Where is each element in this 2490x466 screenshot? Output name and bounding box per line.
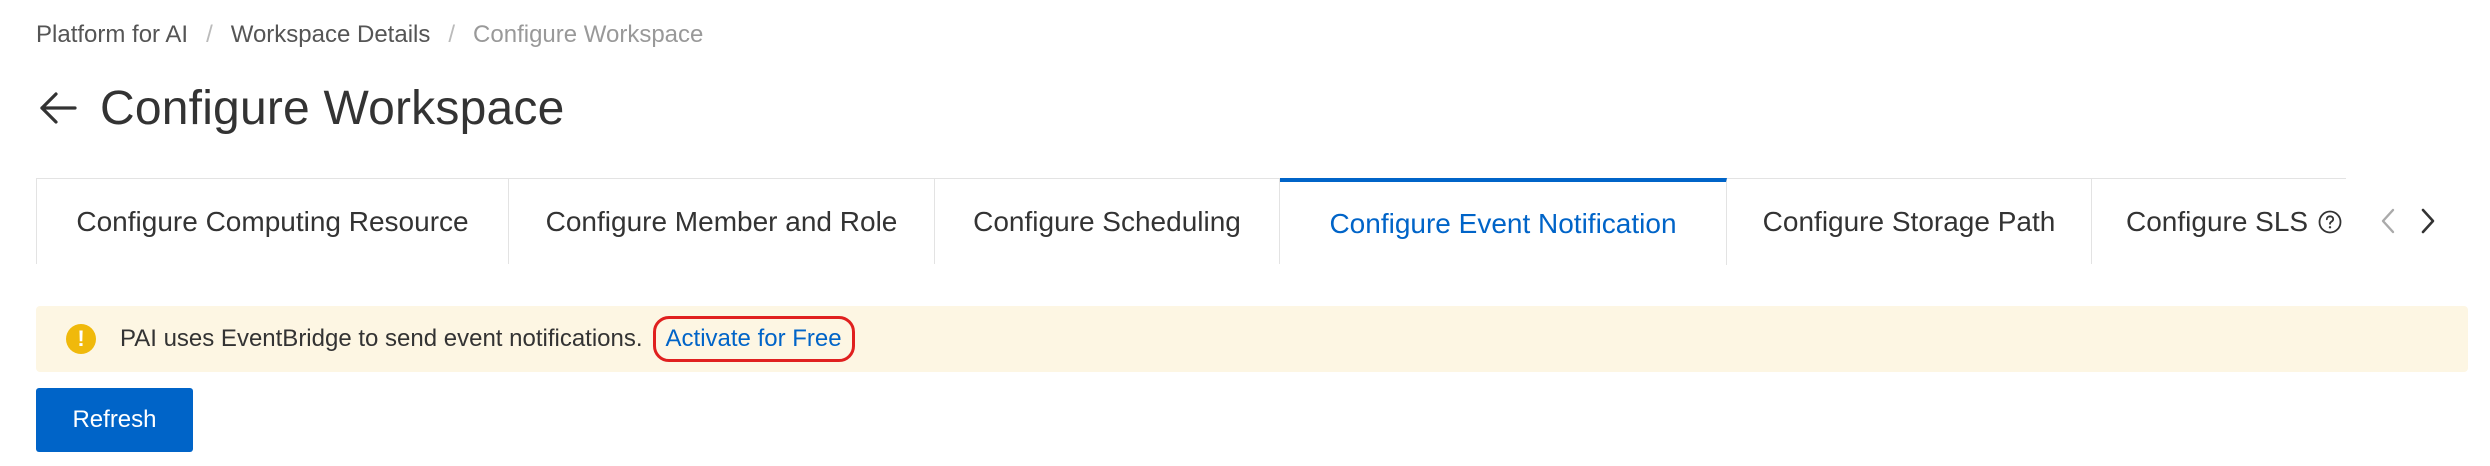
- warning-icon: !: [66, 324, 96, 354]
- help-icon[interactable]: [2318, 210, 2342, 234]
- tab-label: Configure SLS: [2126, 205, 2309, 237]
- tab-list: Configure Computing Resource Configure M…: [36, 178, 2346, 265]
- breadcrumb-separator: /: [206, 21, 213, 48]
- tab-label: Configure Scheduling: [973, 205, 1241, 237]
- eventbridge-notice: ! PAI uses EventBridge to send event not…: [36, 306, 2468, 372]
- tab-label: Configure Member and Role: [545, 205, 898, 237]
- chevron-right-icon[interactable]: [2414, 201, 2442, 241]
- breadcrumb-separator: /: [448, 21, 456, 48]
- tab-bar: Configure Computing Resource Configure M…: [36, 178, 2468, 265]
- page-title: Configure Workspace: [100, 81, 565, 135]
- notice-text: PAI uses EventBridge to send event notif…: [120, 325, 643, 352]
- tab-label: Configure Computing Resource: [76, 205, 469, 237]
- tab-configure-member-and-role[interactable]: Configure Member and Role: [509, 179, 935, 264]
- tab-configure-computing-resource[interactable]: Configure Computing Resource: [37, 179, 509, 264]
- tab-configure-event-notification[interactable]: Configure Event Notification: [1280, 178, 1727, 265]
- chevron-left-icon[interactable]: [2374, 201, 2402, 241]
- breadcrumb-configure-workspace: Configure Workspace: [473, 21, 704, 48]
- page-header: Configure Workspace: [36, 78, 564, 138]
- tab-label: Configure Event Notification: [1329, 207, 1677, 239]
- breadcrumb: Platform for AI / Workspace Details / Co…: [36, 18, 703, 52]
- refresh-button[interactable]: Refresh: [36, 388, 193, 452]
- breadcrumb-platform-for-ai[interactable]: Platform for AI: [36, 21, 188, 49]
- breadcrumb-workspace-details[interactable]: Workspace Details: [231, 21, 431, 49]
- tab-configure-scheduling[interactable]: Configure Scheduling: [935, 179, 1280, 264]
- tab-scroll-controls: [2346, 178, 2442, 264]
- tab-configure-storage-path[interactable]: Configure Storage Path: [1727, 179, 2092, 264]
- tab-label: Configure Storage Path: [1762, 205, 2056, 237]
- back-arrow-icon[interactable]: [36, 86, 80, 130]
- activate-for-free-link[interactable]: Activate for Free: [652, 316, 855, 362]
- tab-configure-sls[interactable]: Configure SLS: [2092, 179, 2346, 264]
